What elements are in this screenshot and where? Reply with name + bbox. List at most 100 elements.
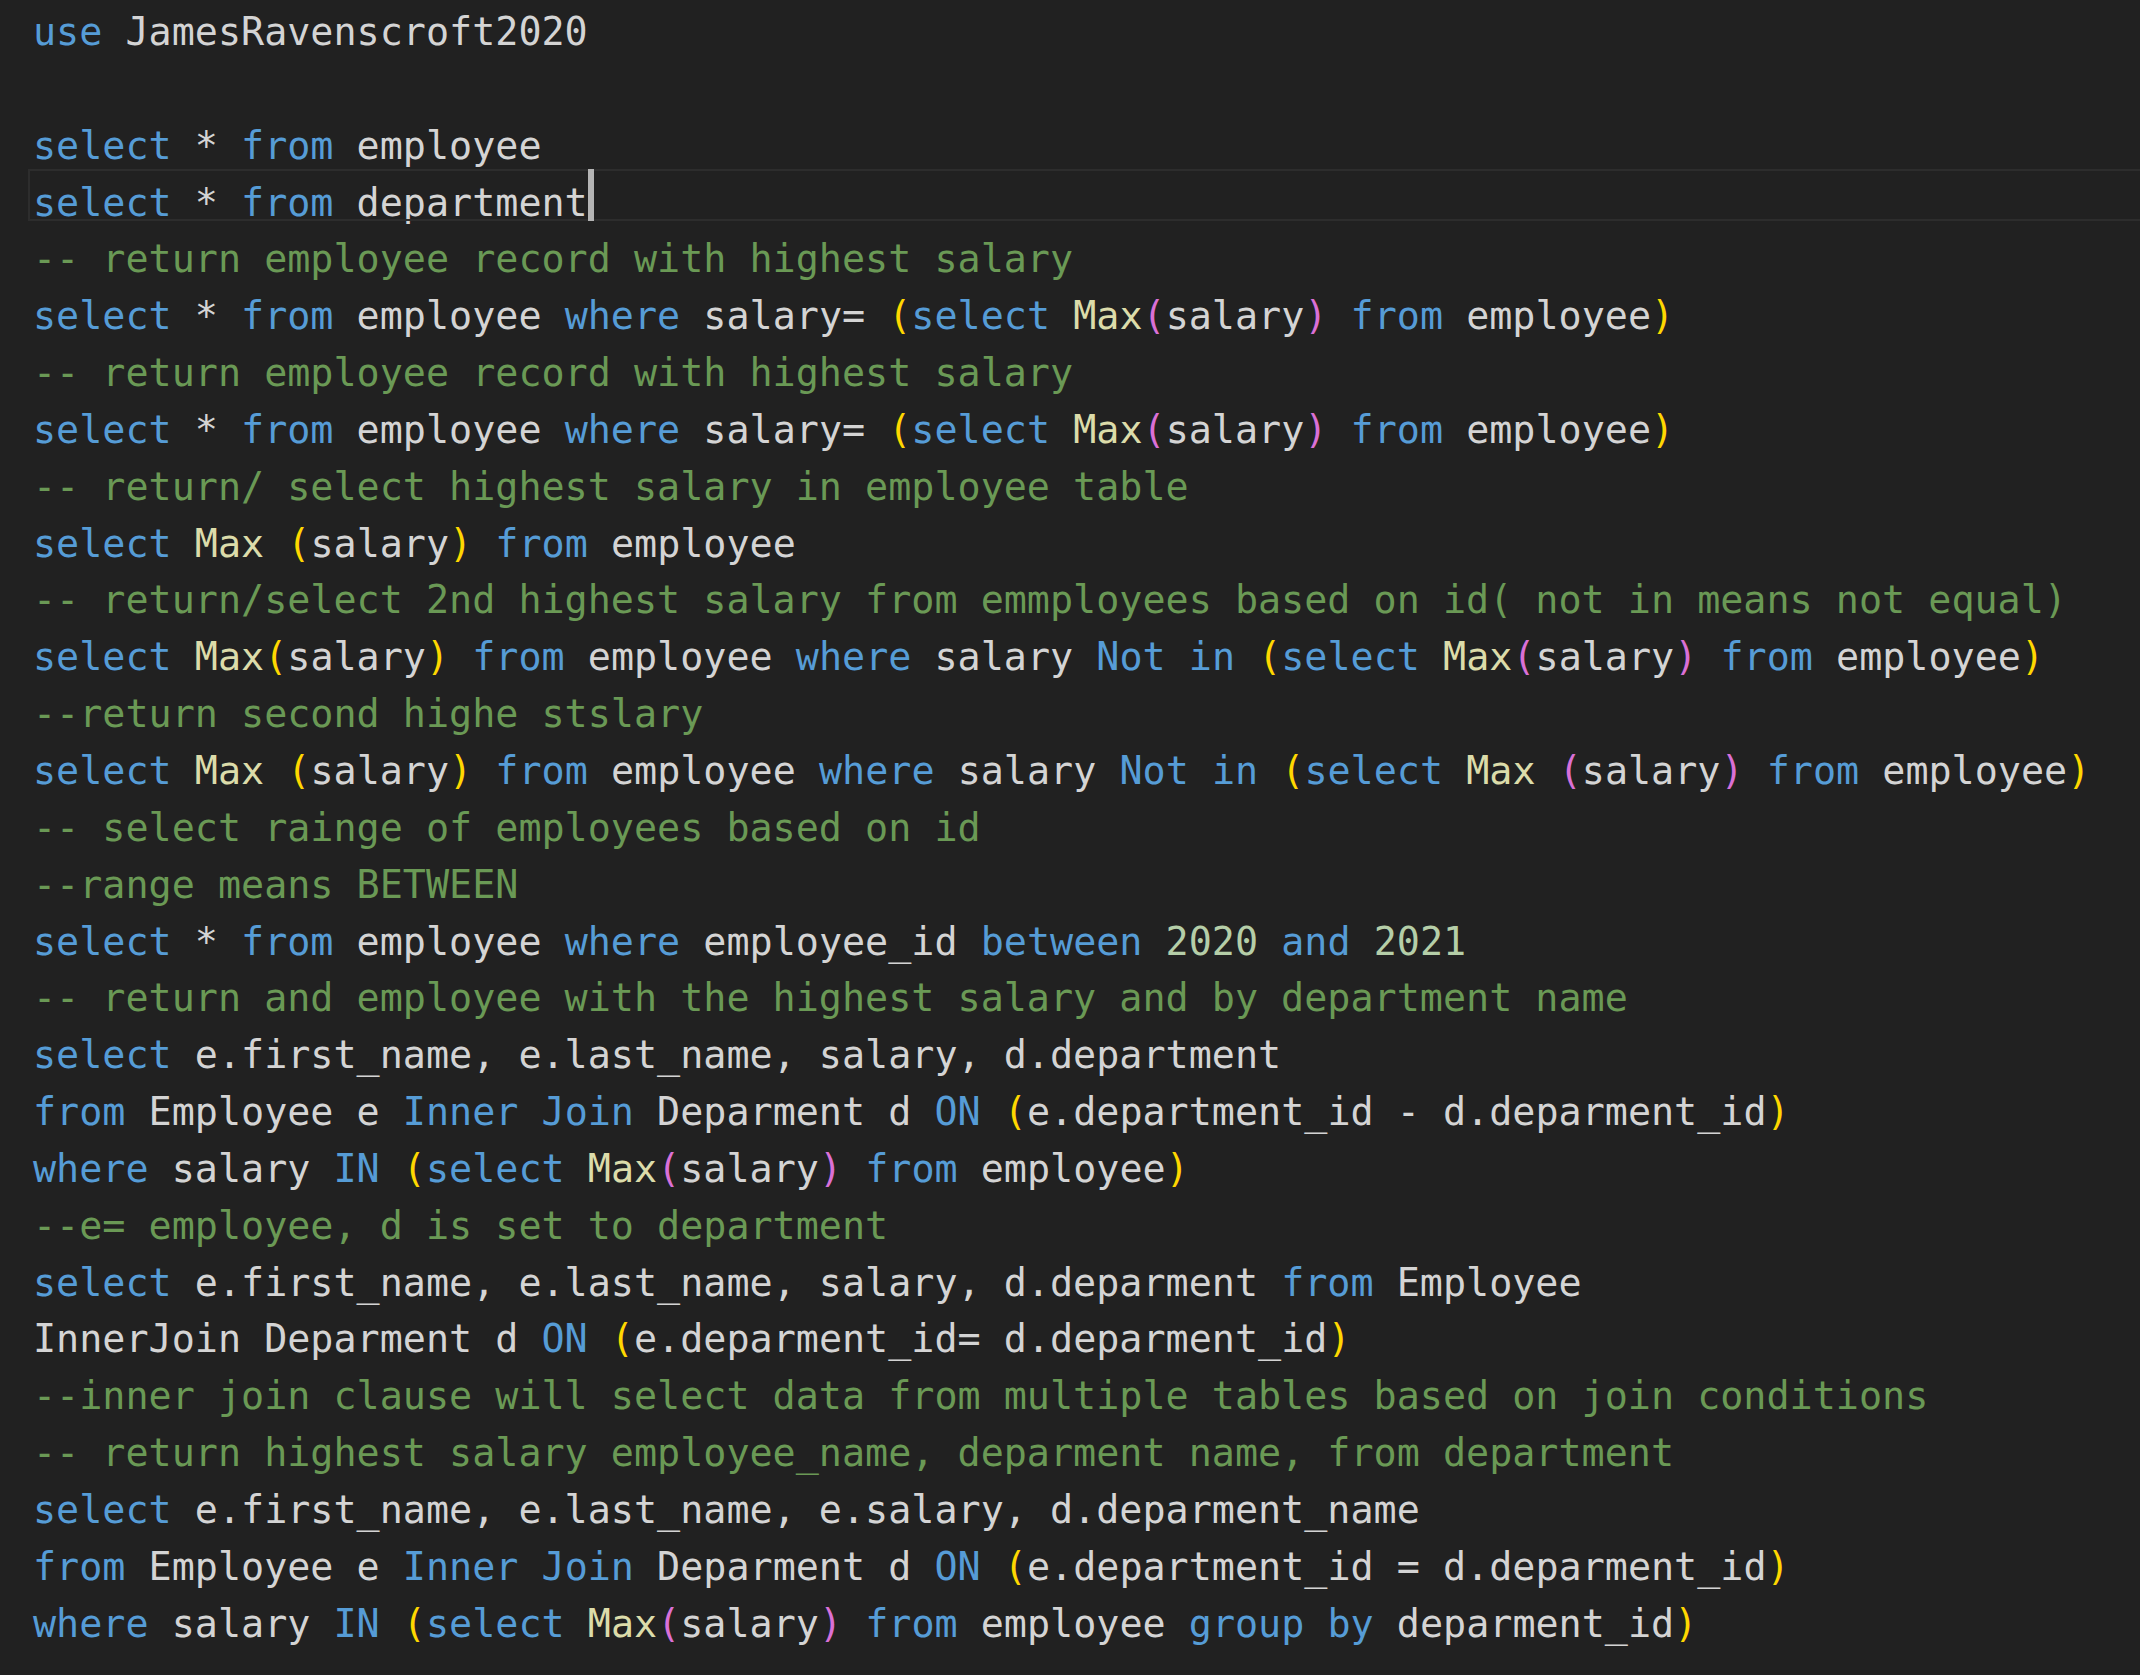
code-token: between xyxy=(981,919,1143,964)
code-token: and xyxy=(1281,919,1350,964)
code-token: ON xyxy=(934,1089,980,1134)
code-line[interactable]: -- return and employee with the highest … xyxy=(0,970,2140,1027)
code-line[interactable]: select Max (salary) from employee xyxy=(0,516,2140,573)
code-line[interactable]: -- return highest salary employee_name, … xyxy=(0,1425,2140,1482)
code-token: employee xyxy=(1859,748,2067,793)
comment-token: -- return/ select highest salary in empl… xyxy=(33,464,1189,509)
code-token: salary xyxy=(1582,748,1721,793)
code-token: ( xyxy=(287,748,310,793)
code-line[interactable]: InnerJoin Deparment d ON (e.deparment_id… xyxy=(0,1311,2140,1368)
code-token: InnerJoin Deparment d xyxy=(33,1316,542,1361)
code-token: by xyxy=(1327,1601,1373,1646)
code-line[interactable]: --e= employee, d is set to department xyxy=(0,1198,2140,1255)
code-token: employee xyxy=(333,407,564,452)
code-token xyxy=(1189,748,1212,793)
code-token: Join xyxy=(542,1544,634,1589)
code-line[interactable]: --return second highe stslary xyxy=(0,686,2140,743)
code-token xyxy=(1142,919,1165,964)
code-token: where xyxy=(33,1146,149,1191)
code-token xyxy=(172,748,195,793)
code-line[interactable] xyxy=(0,61,2140,118)
code-token: where xyxy=(796,634,912,679)
code-token: ( xyxy=(264,634,287,679)
code-token: from xyxy=(33,1544,125,1589)
code-token: from xyxy=(241,180,333,225)
code-token: select xyxy=(33,407,172,452)
code-line[interactable]: -- return/ select highest salary in empl… xyxy=(0,459,2140,516)
code-token: select xyxy=(33,1487,172,1532)
code-token: ) xyxy=(819,1601,842,1646)
code-token: employee xyxy=(958,1601,1189,1646)
code-token: from xyxy=(865,1601,957,1646)
comment-token: -- return employee record with highest s… xyxy=(33,350,1073,395)
comment-token: --range means BETWEEN xyxy=(33,862,518,907)
code-token: select xyxy=(1281,634,1420,679)
code-token: salary xyxy=(680,1601,819,1646)
code-token: 2021 xyxy=(1374,919,1466,964)
code-token: Max xyxy=(588,1601,657,1646)
code-line[interactable]: -- select rainge of employees based on i… xyxy=(0,800,2140,857)
code-token: ) xyxy=(1327,1316,1350,1361)
comment-token: --e= employee, d is set to department xyxy=(33,1203,888,1248)
code-line[interactable]: where salary IN (select Max(salary) from… xyxy=(0,1141,2140,1198)
code-token: ) xyxy=(1720,748,1743,793)
code-line[interactable]: select * from employee where salary= (se… xyxy=(0,288,2140,345)
code-token: ) xyxy=(449,748,472,793)
code-line[interactable]: select * from employee where employee_id… xyxy=(0,914,2140,971)
comment-token: --inner join clause will select data fro… xyxy=(33,1373,1928,1418)
code-token: ) xyxy=(1304,293,1327,338)
code-editor[interactable]: use JamesRavenscroft2020 select * from em… xyxy=(0,0,2140,1675)
code-line[interactable]: from Employee e Inner Join Deparment d O… xyxy=(0,1539,2140,1596)
code-token: ) xyxy=(1166,1146,1189,1191)
code-token: ) xyxy=(1674,1601,1697,1646)
code-line[interactable]: select * from employee xyxy=(0,118,2140,175)
code-line-current[interactable]: select * from department xyxy=(0,175,2140,232)
code-token: salary xyxy=(935,748,1120,793)
code-line[interactable]: select Max(salary) from employee where s… xyxy=(0,629,2140,686)
code-line[interactable]: select * from employee where salary= (se… xyxy=(0,402,2140,459)
comment-token: --return second highe stslary xyxy=(33,691,703,736)
code-token: e.deparment_id= d.deparment_id xyxy=(634,1316,1327,1361)
code-token xyxy=(1697,634,1720,679)
code-token xyxy=(1166,634,1189,679)
code-line[interactable]: -- return employee record with highest s… xyxy=(0,345,2140,402)
code-line[interactable]: select e.first_name, e.last_name, salary… xyxy=(0,1027,2140,1084)
code-line[interactable]: --inner join clause will select data fro… xyxy=(0,1368,2140,1425)
code-token: Max xyxy=(1466,748,1535,793)
code-token: employee xyxy=(333,919,564,964)
code-line[interactable]: -- return employee record with highest s… xyxy=(0,231,2140,288)
code-line[interactable]: from Employee e Inner Join Deparment d O… xyxy=(0,1084,2140,1141)
code-line[interactable]: --range means BETWEEN xyxy=(0,857,2140,914)
code-token: Inner xyxy=(403,1544,519,1589)
code-token: select xyxy=(911,407,1050,452)
comment-token: -- return employee record with highest s… xyxy=(33,236,1073,281)
code-token: from xyxy=(495,521,587,566)
code-token xyxy=(842,1146,865,1191)
code-token: Max xyxy=(195,748,264,793)
code-token: ) xyxy=(426,634,449,679)
comment-token: -- return and employee with the highest … xyxy=(33,975,1628,1020)
text-cursor xyxy=(588,169,594,221)
code-token: * xyxy=(172,123,241,168)
code-line[interactable]: select Max (salary) from employee where … xyxy=(0,743,2140,800)
code-line[interactable]: select e.first_name, e.last_name, salary… xyxy=(0,1255,2140,1312)
comment-token: -- select rainge of employees based on i… xyxy=(33,805,981,850)
code-token: ( xyxy=(657,1146,680,1191)
code-line[interactable]: use JamesRavenscroft2020 xyxy=(0,4,2140,61)
code-token: from xyxy=(241,919,333,964)
code-token xyxy=(172,634,195,679)
code-token: select xyxy=(33,180,172,225)
code-token: select xyxy=(33,919,172,964)
code-token: Max xyxy=(1073,407,1142,452)
code-token: deparment_id xyxy=(1374,1601,1674,1646)
code-token: ( xyxy=(1281,748,1304,793)
code-line[interactable]: where salary IN (select Max(salary) from… xyxy=(0,1596,2140,1653)
code-line[interactable]: select e.first_name, e.last_name, e.sala… xyxy=(0,1482,2140,1539)
code-token xyxy=(842,1601,865,1646)
code-token: select xyxy=(911,293,1050,338)
code-token: ) xyxy=(1767,1544,1790,1589)
code-token xyxy=(1304,1601,1327,1646)
code-token: e.first_name, e.last_name, salary, d.dep… xyxy=(172,1032,1281,1077)
code-line[interactable]: -- return/select 2nd highest salary from… xyxy=(0,572,2140,629)
code-token xyxy=(565,1601,588,1646)
